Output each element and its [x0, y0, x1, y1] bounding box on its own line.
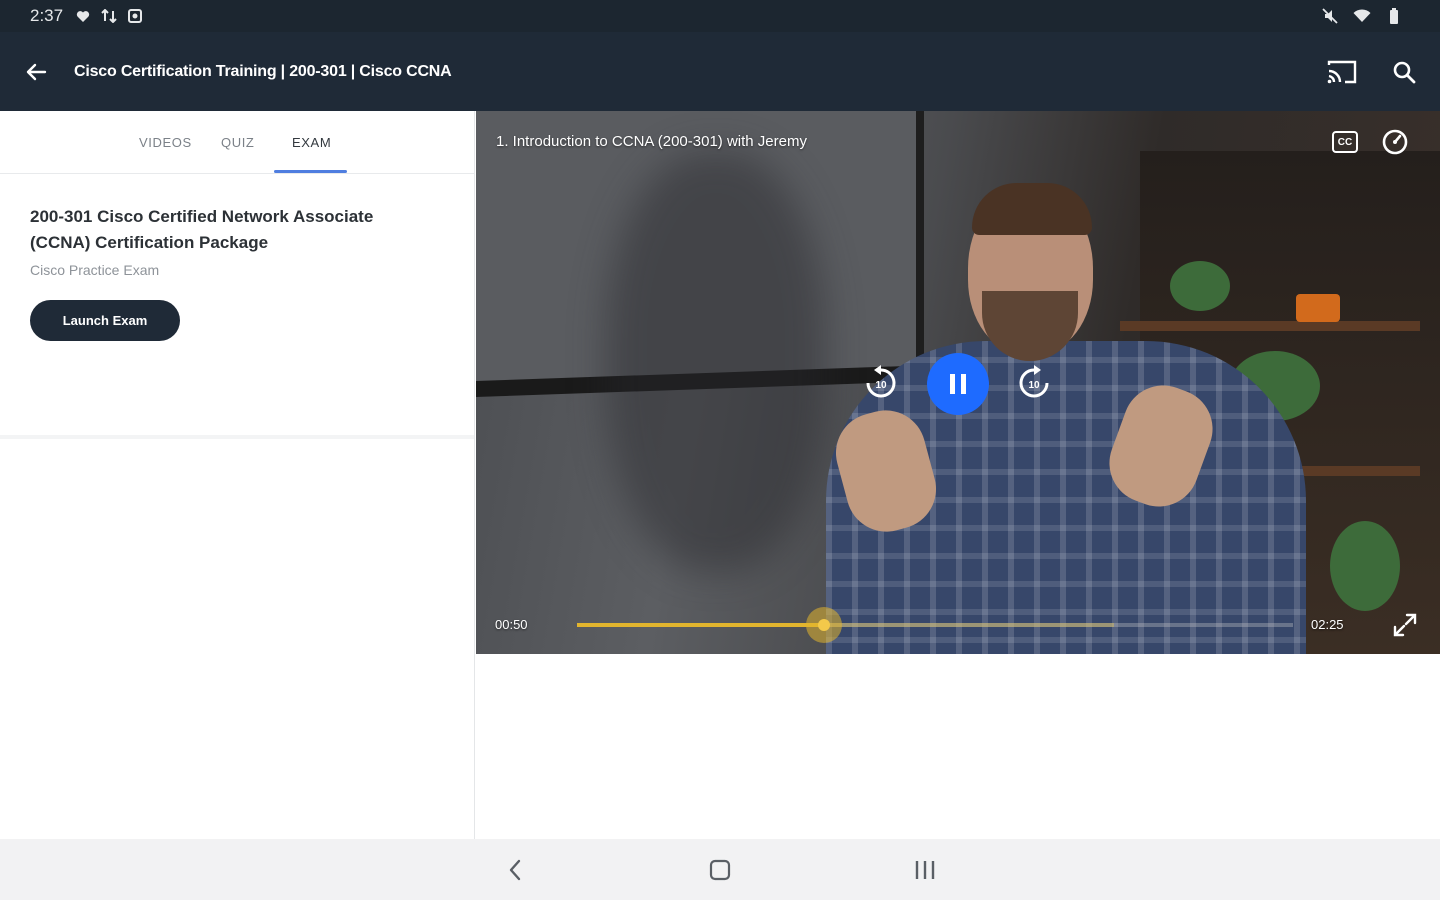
page-title: Cisco Certification Training | 200-301 |…	[74, 62, 452, 80]
fullscreen-button[interactable]	[1391, 611, 1419, 639]
cast-icon	[1327, 60, 1357, 83]
video-frame-plant	[1170, 261, 1230, 311]
video-frame-plant	[1330, 521, 1400, 611]
launch-exam-button[interactable]: Launch Exam	[30, 300, 180, 341]
chevron-left-icon	[509, 859, 521, 880]
current-time: 00:50	[495, 617, 528, 632]
replay-seconds-label: 10	[875, 380, 887, 391]
forward-10-button[interactable]: 10	[1014, 363, 1054, 403]
closed-captions-button[interactable]: CC	[1332, 131, 1358, 153]
seek-bar[interactable]	[577, 607, 1293, 643]
replay-10-button[interactable]: 10	[861, 363, 901, 403]
total-time: 02:25	[1311, 617, 1344, 632]
video-frame-shelf-board	[1120, 321, 1420, 331]
tab-bar: VIDEOS QUIZ EXAM	[0, 111, 474, 174]
mute-icon	[1320, 6, 1340, 26]
video-frame-person-hair	[972, 183, 1092, 235]
battery-icon	[1384, 6, 1404, 26]
search-icon	[1393, 61, 1416, 83]
active-tab-indicator	[274, 170, 347, 173]
video-player[interactable]: 1. Introduction to CCNA (200-301) with J…	[476, 111, 1440, 654]
fullscreen-expand-icon	[1393, 613, 1417, 637]
speedometer-icon	[1382, 129, 1408, 155]
video-frame-shadow	[606, 151, 826, 571]
pause-icon	[950, 374, 966, 394]
heart-icon	[73, 6, 93, 26]
cast-button[interactable]	[1322, 52, 1362, 92]
back-button[interactable]	[16, 52, 56, 92]
forward-10-icon: 10	[1019, 365, 1049, 398]
exam-subtitle: Cisco Practice Exam	[30, 262, 160, 278]
nav-home-button[interactable]	[700, 850, 740, 890]
played-range	[577, 623, 825, 627]
app-bar: Cisco Certification Training | 200-301 |…	[0, 32, 1440, 111]
nav-back-button[interactable]	[495, 850, 535, 890]
status-bar: 2:37	[0, 0, 1440, 32]
pause-button[interactable]	[927, 353, 989, 415]
seek-thumb[interactable]	[806, 607, 843, 643]
video-frame-mug	[1296, 294, 1340, 322]
exam-card: 200-301 Cisco Certified Network Associat…	[0, 174, 474, 439]
system-nav-bar	[0, 839, 1440, 900]
tab-exam[interactable]: EXAM	[292, 135, 331, 150]
video-title: 1. Introduction to CCNA (200-301) with J…	[496, 133, 807, 150]
status-time: 2:37	[30, 6, 64, 25]
tab-quiz[interactable]: QUIZ	[221, 135, 254, 150]
search-button[interactable]	[1384, 52, 1424, 92]
content-panel: VIDEOS QUIZ EXAM 200-301 Cisco Certified…	[0, 111, 475, 839]
arrow-back-icon	[26, 63, 47, 80]
tab-videos[interactable]: VIDEOS	[139, 135, 192, 150]
replay-10-icon: 10	[866, 365, 896, 398]
playback-speed-button[interactable]	[1380, 127, 1410, 157]
exam-title: 200-301 Cisco Certified Network Associat…	[30, 207, 374, 252]
wifi-icon	[1352, 6, 1372, 26]
data-transfer-icon	[99, 6, 119, 26]
nav-recents-button[interactable]	[905, 850, 945, 890]
forward-seconds-label: 10	[1028, 380, 1040, 391]
home-square-icon	[709, 859, 731, 880]
app-notification-icon	[125, 6, 145, 26]
recents-icon	[915, 860, 935, 879]
